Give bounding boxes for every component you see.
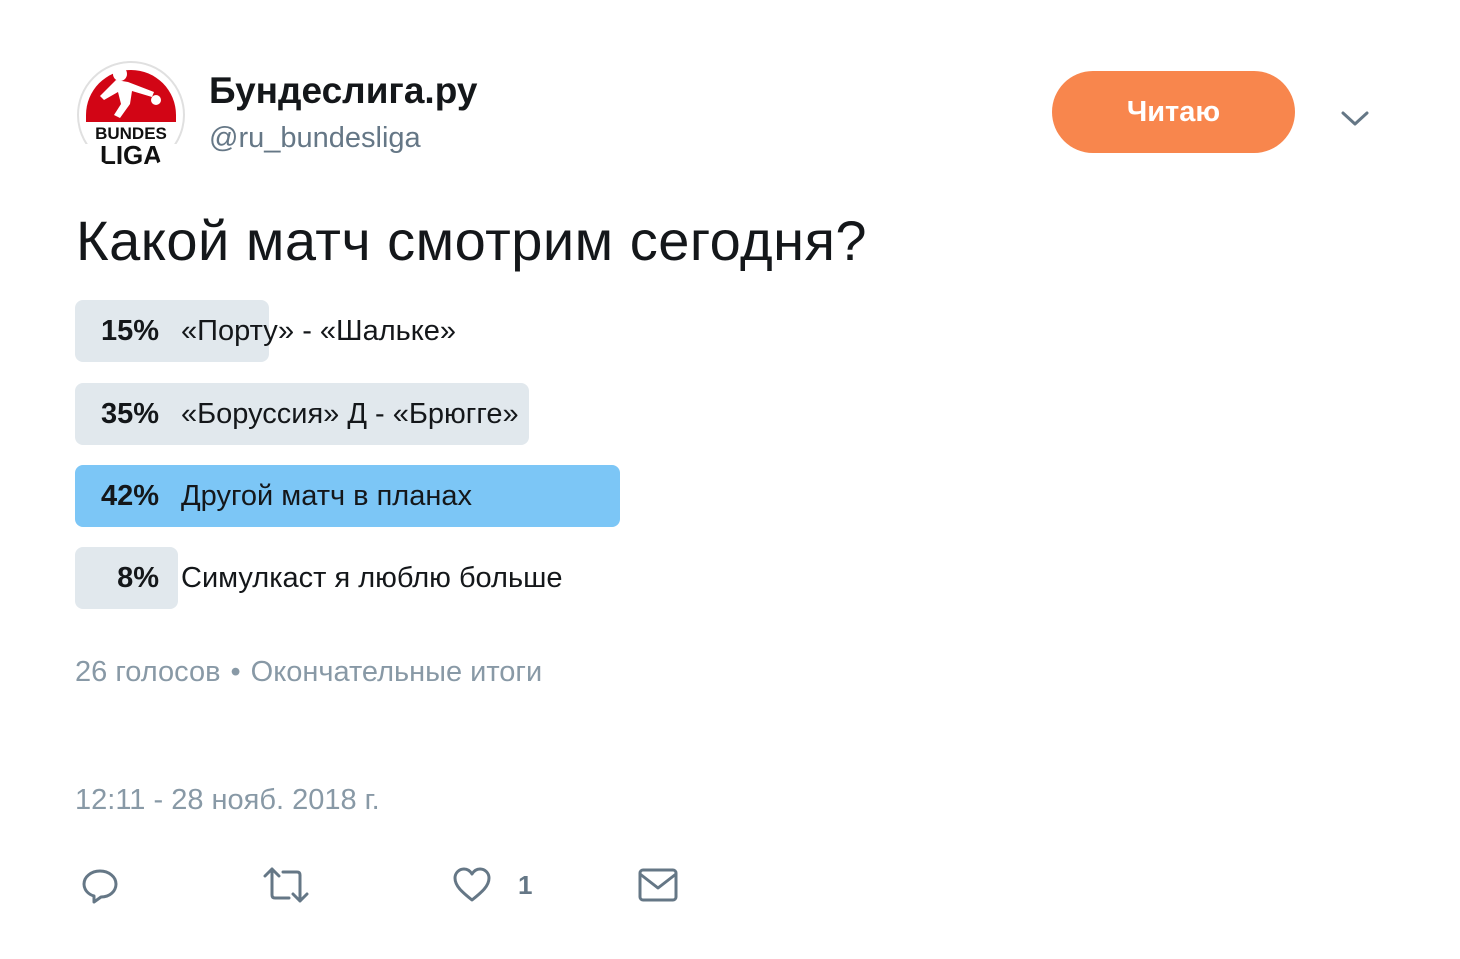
- poll-status: Окончательные итоги: [250, 656, 543, 688]
- envelope-icon: [638, 868, 678, 902]
- poll-option: 8% Симулкаст я люблю больше: [75, 547, 775, 609]
- bundesliga-logo-icon: BUNDES LIGA: [77, 61, 185, 170]
- heart-icon: [453, 867, 491, 902]
- poll-meta: 26 голосов • Окончательные итоги: [75, 656, 542, 689]
- poll-percent: 35%: [100, 398, 159, 430]
- retweet-icon: [263, 867, 309, 903]
- retweet-button[interactable]: [263, 860, 309, 910]
- poll-percent: 42%: [100, 480, 159, 512]
- tweet-timestamp[interactable]: 12:11 - 28 нояб. 2018 г.: [75, 784, 380, 817]
- reply-icon: [82, 869, 118, 904]
- following-button[interactable]: Читаю: [1052, 71, 1295, 153]
- poll-percent: 15%: [100, 315, 159, 347]
- poll-option-label: «Боруссия» Д - «Брюгге»: [181, 398, 519, 430]
- direct-message-button[interactable]: [637, 860, 679, 910]
- poll-option-winner: 42% Другой матч в планах: [75, 465, 775, 527]
- like-count: 1: [518, 869, 533, 900]
- tweet-menu-button[interactable]: [1334, 98, 1376, 140]
- author-name[interactable]: Бундеслига.ру: [209, 70, 477, 112]
- poll-option: 15% «Порту» - «Шальке»: [75, 300, 775, 362]
- poll-option-label: «Порту» - «Шальке»: [181, 315, 457, 347]
- svg-text:LIGA: LIGA: [100, 140, 162, 170]
- poll-option-label: Симулкаст я люблю больше: [181, 562, 563, 594]
- avatar[interactable]: BUNDES LIGA: [76, 60, 186, 170]
- reply-button[interactable]: [80, 860, 120, 910]
- tweet: BUNDES LIGA Бундеслига.ру @ru_bundesliga…: [0, 0, 1460, 959]
- poll-vote-count: 26 голосов: [75, 656, 221, 688]
- poll-option: 35% «Боруссия» Д - «Брюгге»: [75, 383, 775, 445]
- poll-percent: 8%: [117, 562, 159, 594]
- like-button[interactable]: 1: [452, 860, 532, 910]
- author-handle[interactable]: @ru_bundesliga: [209, 122, 421, 155]
- chevron-down-icon: [1341, 111, 1369, 126]
- poll-question: Какой матч смотрим сегодня?: [76, 209, 868, 272]
- poll-meta-separator: •: [230, 656, 241, 688]
- poll-option-label: Другой матч в планах: [181, 480, 473, 512]
